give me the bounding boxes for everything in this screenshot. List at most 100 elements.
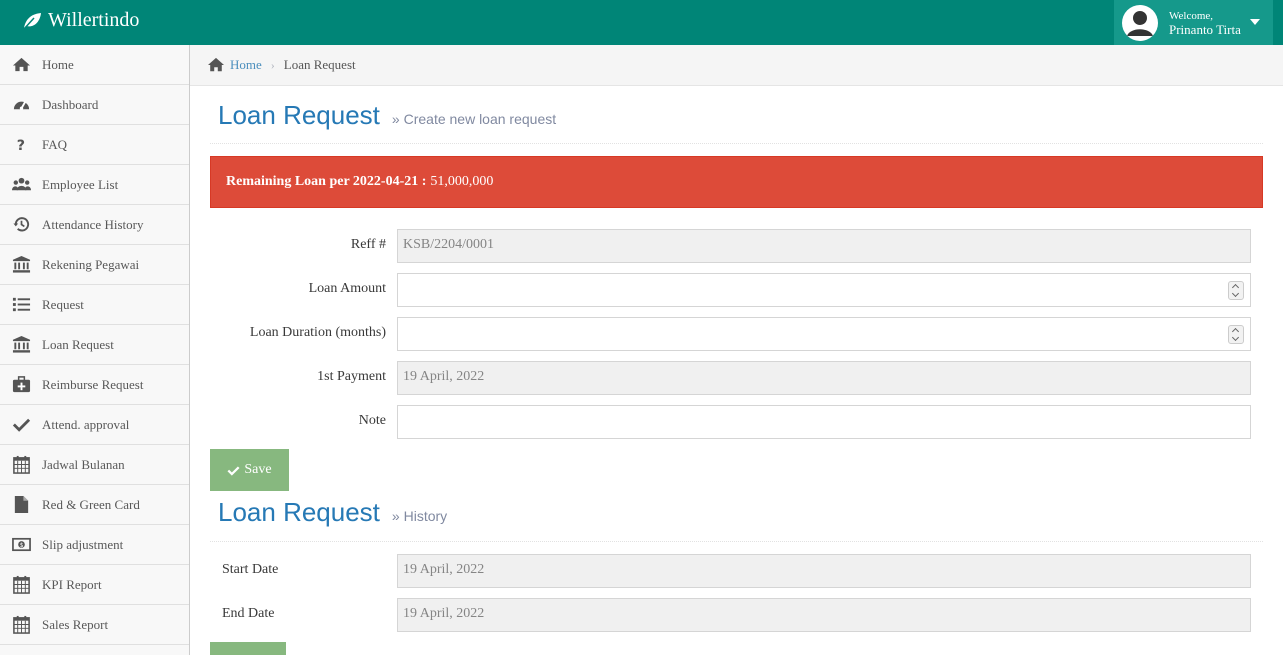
money-icon: $ — [0, 535, 42, 554]
number-spinner[interactable] — [1228, 281, 1244, 300]
calendar-icon — [0, 575, 42, 594]
start-date-row: Start Date 19 April, 2022 — [210, 554, 1263, 588]
sidebar-item-label: Attend. approval — [42, 416, 130, 432]
sidebar-item-employee-list[interactable]: Employee List — [0, 165, 189, 205]
bank-icon — [0, 335, 42, 354]
leaf-icon — [23, 12, 41, 30]
end-date-label: End Date — [222, 606, 275, 621]
chevron-right-icon: › — [270, 57, 275, 72]
note-label: Note — [358, 413, 386, 428]
number-spinner[interactable] — [1228, 325, 1244, 344]
sidebar-item-red-green-card[interactable]: Red & Green Card — [0, 485, 189, 525]
users-icon — [0, 175, 42, 194]
reff-field[interactable]: KSB/2204/0001 — [397, 229, 1251, 263]
note-input[interactable] — [397, 405, 1251, 439]
sidebar-item-label: Home — [42, 56, 74, 72]
sidebar-item-rekening-pegawai[interactable]: Rekening Pegawai — [0, 245, 189, 285]
breadcrumb: Home › Loan Request — [190, 45, 1283, 86]
user-name: Prinanto Tirta — [1169, 21, 1241, 37]
history-search-button[interactable] — [210, 642, 286, 655]
alert-label: Remaining Loan per 2022-04-21 : — [226, 174, 427, 189]
sidebar-item-label: Slip adjustment — [42, 536, 124, 552]
note-row: Note — [210, 405, 1263, 439]
user-menu[interactable]: Welcome, Prinanto Tirta — [1114, 0, 1273, 45]
sidebar-item-label: Red & Green Card — [42, 496, 140, 512]
sidebar-item-label: Sales Report — [42, 616, 109, 632]
page-header: Loan Request » Create new loan request — [210, 86, 1263, 144]
brand-name: Willertindo — [48, 9, 140, 31]
remaining-loan-alert: Remaining Loan per 2022-04-21 : 51,000,0… — [210, 156, 1263, 208]
svg-text:$: $ — [19, 543, 23, 549]
question-icon: ? — [0, 135, 42, 154]
sidebar-item-label: FAQ — [42, 136, 68, 152]
loan-amount-row: Loan Amount — [210, 273, 1263, 307]
history-title: Loan Request — [218, 497, 380, 527]
breadcrumb-current: Loan Request — [283, 57, 356, 72]
sidebar-item-label: Employee List — [42, 176, 119, 192]
loan-duration-input[interactable] — [397, 317, 1251, 351]
top-navbar: Willertindo Welcome, Prinanto Tirta — [0, 0, 1283, 45]
check-icon — [227, 465, 240, 476]
sidebar-item-jadwal-bulanan[interactable]: Jadwal Bulanan — [0, 445, 189, 485]
reff-label: Reff # — [350, 237, 386, 252]
loan-amount-label: Loan Amount — [308, 281, 386, 296]
history-header: Loan Request » History — [210, 483, 1263, 542]
start-date-field[interactable]: 19 April, 2022 — [397, 554, 1251, 588]
save-label: Save — [244, 462, 272, 477]
sidebar-item-home[interactable]: Home — [0, 45, 189, 85]
sidebar-item-reimburse-request[interactable]: Reimburse Request — [0, 365, 189, 405]
calendar-icon — [0, 455, 42, 474]
breadcrumb-home-link[interactable]: Home — [230, 57, 262, 73]
loan-duration-label: Loan Duration (months) — [249, 325, 386, 340]
alert-value: 51,000,000 — [430, 174, 494, 189]
end-date-field[interactable]: 19 April, 2022 — [397, 598, 1251, 632]
sidebar-item-label: Reimburse Request — [42, 376, 144, 392]
sidebar-item-label: Jadwal Bulanan — [42, 456, 125, 472]
first-payment-label: 1st Payment — [317, 369, 386, 384]
sidebar-item-attend-approval[interactable]: Attend. approval — [0, 405, 189, 445]
loan-duration-row: Loan Duration (months) — [210, 317, 1263, 351]
sidebar-item-label: Attendance History — [42, 216, 144, 232]
bank-icon — [0, 255, 42, 274]
sidebar-item-label: KPI Report — [42, 576, 102, 592]
sidebar-item-attendance-history[interactable]: Attendance History — [0, 205, 189, 245]
sidebar-item-request[interactable]: Request — [0, 285, 189, 325]
reff-row: Reff # KSB/2204/0001 — [210, 229, 1263, 263]
sidebar-item-faq[interactable]: ? FAQ — [0, 125, 189, 165]
sidebar-item-slip-adjustment[interactable]: $ Slip adjustment — [0, 525, 189, 565]
calendar-icon — [0, 615, 42, 634]
sidebar: Home Dashboard ? FAQ Employee List Atten… — [0, 45, 190, 655]
welcome-text: Welcome, — [1169, 9, 1214, 22]
main-content: Home › Loan Request Loan Request » Creat… — [190, 45, 1283, 655]
dashboard-icon — [0, 95, 42, 114]
caret-down-icon[interactable] — [1250, 19, 1260, 25]
sidebar-item-label: Dashboard — [42, 96, 99, 112]
list-icon — [0, 295, 42, 314]
start-date-label: Start Date — [222, 562, 279, 577]
history-subtitle: History — [403, 508, 448, 524]
file-icon — [0, 495, 42, 514]
check-icon — [0, 415, 42, 434]
double-chevron-icon: » — [391, 508, 400, 524]
medkit-icon — [0, 375, 42, 394]
home-icon — [0, 55, 42, 74]
avatar — [1122, 4, 1158, 41]
sidebar-item-label: Request — [42, 296, 84, 312]
first-payment-row: 1st Payment 19 April, 2022 — [210, 361, 1263, 395]
home-icon — [208, 57, 224, 72]
sidebar-item-label: Loan Request — [42, 336, 114, 352]
sidebar-item-sales-report[interactable]: Sales Report — [0, 605, 189, 645]
sidebar-item-loan-request[interactable]: Loan Request — [0, 325, 189, 365]
loan-amount-input[interactable] — [397, 273, 1251, 307]
first-payment-field[interactable]: 19 April, 2022 — [397, 361, 1251, 395]
history-icon — [0, 215, 42, 234]
double-chevron-icon: » — [391, 111, 400, 127]
sidebar-item-kpi-report[interactable]: KPI Report — [0, 565, 189, 605]
sidebar-item-label: Rekening Pegawai — [42, 256, 140, 272]
svg-text:?: ? — [16, 138, 24, 154]
end-date-row: End Date 19 April, 2022 — [210, 598, 1263, 632]
brand[interactable]: Willertindo — [22, 9, 139, 32]
page-subtitle: Create new loan request — [403, 111, 557, 127]
page-title: Loan Request — [218, 100, 380, 130]
sidebar-item-dashboard[interactable]: Dashboard — [0, 85, 189, 125]
